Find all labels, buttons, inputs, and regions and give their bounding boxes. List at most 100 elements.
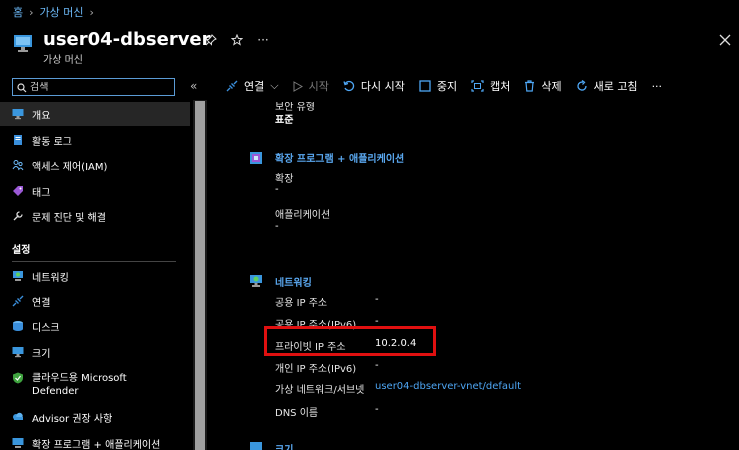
search-input[interactable] bbox=[30, 81, 170, 93]
star-icon[interactable] bbox=[229, 32, 245, 48]
sidebar-item-label: 크기 bbox=[32, 348, 51, 360]
capture-icon bbox=[471, 80, 484, 92]
chevron-right-icon: › bbox=[29, 5, 34, 19]
monitor-icon bbox=[12, 108, 24, 120]
search-icon bbox=[17, 78, 27, 97]
breadcrumb: 홈 › 가상 머신 › bbox=[13, 4, 94, 20]
network-icon bbox=[12, 270, 24, 282]
restart-label: 다시 시작 bbox=[360, 80, 405, 93]
sidebar-item-label: 액세스 제어(IAM) bbox=[32, 161, 108, 173]
capture-button[interactable]: 캡처 bbox=[471, 78, 510, 94]
extensions-section-title[interactable]: 확장 프로그램 + 애플리케이션 bbox=[275, 150, 404, 165]
sidebar-item-extensions[interactable]: 확장 프로그램 + 애플리케이션 bbox=[0, 431, 190, 450]
size-section-title[interactable]: 크기 bbox=[275, 441, 293, 450]
extensions-label: 확장 bbox=[275, 174, 294, 185]
breadcrumb-vm[interactable]: 가상 머신 bbox=[40, 4, 84, 20]
log-icon bbox=[12, 134, 24, 146]
refresh-icon bbox=[576, 80, 588, 92]
security-type-value: 표준 bbox=[275, 115, 294, 126]
public-ip-label: 공용 IP 주소 bbox=[275, 298, 328, 309]
capture-label: 캡처 bbox=[490, 80, 511, 93]
stop-label: 중지 bbox=[436, 80, 458, 93]
pin-icon[interactable] bbox=[203, 32, 219, 48]
delete-label: 삭제 bbox=[541, 80, 562, 93]
more-commands-button[interactable]: ··· bbox=[652, 80, 663, 93]
command-bar: 연결 ⌵ 시작 다시 시작 중지 캡처 삭제 새로 고침 ··· bbox=[226, 76, 676, 96]
connect-button[interactable]: 연결 ⌵ bbox=[226, 78, 279, 94]
people-icon bbox=[12, 159, 24, 171]
chevron-right-icon: › bbox=[89, 5, 94, 19]
extensions-value: - bbox=[275, 184, 279, 195]
more-options-button[interactable]: ··· bbox=[255, 32, 271, 48]
restart-icon bbox=[343, 80, 355, 92]
plug-icon bbox=[226, 80, 238, 92]
disk-icon bbox=[12, 320, 24, 332]
applications-value: - bbox=[275, 221, 279, 232]
shield-icon bbox=[12, 372, 24, 384]
sidebar-item-defender[interactable]: 클라우드용 Microsoft Defender bbox=[0, 369, 190, 403]
dns-name-label: DNS 이름 bbox=[275, 408, 319, 419]
divider bbox=[12, 261, 176, 262]
sidebar-item-label: 확장 프로그램 + 애플리케이션 bbox=[32, 439, 161, 450]
highlight-box bbox=[264, 326, 436, 356]
sidebar-item-tags[interactable]: 태그 bbox=[0, 179, 190, 203]
sidebar-item-disks[interactable]: 디스크 bbox=[0, 314, 190, 338]
monitor-icon bbox=[12, 346, 24, 358]
close-icon[interactable] bbox=[717, 32, 733, 48]
extension-icon bbox=[12, 437, 24, 449]
network-icon bbox=[249, 273, 263, 292]
sidebar-item-connect[interactable]: 연결 bbox=[0, 289, 190, 313]
sidebar-item-iam[interactable]: 액세스 제어(IAM) bbox=[0, 153, 190, 177]
search-box bbox=[12, 78, 175, 96]
breadcrumb-home[interactable]: 홈 bbox=[13, 4, 23, 20]
sidebar-section-settings: 설정 bbox=[12, 245, 31, 256]
sidebar-item-label: 문제 진단 및 해결 bbox=[32, 212, 106, 224]
networking-section-title[interactable]: 네트워킹 bbox=[275, 274, 312, 289]
sidebar-item-label: 태그 bbox=[32, 187, 51, 199]
delete-button[interactable]: 삭제 bbox=[524, 78, 562, 94]
vnet-subnet-link[interactable]: user04-dbserver-vnet/default bbox=[375, 381, 521, 392]
sidebar-item-networking[interactable]: 네트워킹 bbox=[0, 264, 190, 288]
vnet-subnet-label: 가상 네트워크/서브넷 bbox=[275, 385, 365, 396]
collapse-sidebar-icon[interactable]: « bbox=[190, 79, 197, 93]
sidebar-item-advisor[interactable]: Advisor 권장 사항 bbox=[0, 405, 190, 429]
page-title: user04-dbserver bbox=[43, 29, 211, 50]
cloud-icon bbox=[12, 411, 24, 423]
wrench-icon bbox=[12, 210, 24, 222]
sidebar-scrollbar-thumb[interactable] bbox=[195, 101, 205, 450]
chevron-down-icon: ⌵ bbox=[270, 79, 279, 92]
refresh-button[interactable]: 새로 고침 bbox=[576, 78, 638, 94]
sidebar-item-overview[interactable]: 개요 bbox=[0, 102, 190, 126]
private-ipv6-label: 개인 IP 주소(IPv6) bbox=[275, 364, 357, 375]
start-button[interactable]: 시작 bbox=[293, 78, 329, 94]
applications-label: 애플리케이션 bbox=[275, 210, 331, 221]
sidebar-item-label: 개요 bbox=[32, 110, 51, 122]
sidebar-item-size[interactable]: 크기 bbox=[0, 340, 190, 364]
sidebar-item-label: 활동 로그 bbox=[32, 136, 72, 148]
page-subtitle: 가상 머신 bbox=[43, 55, 83, 66]
sidebar-item-label-group: 클라우드용 Microsoft Defender bbox=[32, 372, 127, 398]
start-label: 시작 bbox=[308, 80, 329, 93]
monitor-icon bbox=[249, 440, 263, 450]
refresh-label: 새로 고침 bbox=[593, 80, 638, 93]
vm-icon bbox=[13, 33, 33, 53]
play-icon bbox=[293, 80, 303, 92]
sidebar-item-diagnose[interactable]: 문제 진단 및 해결 bbox=[0, 204, 190, 228]
sidebar-item-label: 연결 bbox=[32, 297, 51, 309]
sidebar-item-label: Advisor 권장 사항 bbox=[32, 413, 113, 425]
sidebar-item-label: 네트워킹 bbox=[32, 272, 69, 284]
trash-icon bbox=[524, 80, 535, 92]
public-ip-value: - bbox=[375, 294, 379, 305]
stop-icon bbox=[419, 80, 431, 92]
stop-button[interactable]: 중지 bbox=[419, 78, 457, 94]
sidebar-item-label-2: Defender bbox=[32, 386, 79, 397]
sidebar-item-activity-log[interactable]: 활동 로그 bbox=[0, 128, 190, 152]
tag-icon bbox=[12, 185, 24, 197]
dns-name-value: - bbox=[375, 404, 379, 415]
sidebar-item-label: 디스크 bbox=[32, 322, 60, 334]
private-ipv6-value: - bbox=[375, 360, 379, 371]
sidebar-item-label: 클라우드용 Microsoft bbox=[32, 373, 127, 384]
connect-label: 연결 bbox=[244, 80, 265, 93]
restart-button[interactable]: 다시 시작 bbox=[343, 78, 405, 94]
extension-icon bbox=[249, 150, 263, 169]
